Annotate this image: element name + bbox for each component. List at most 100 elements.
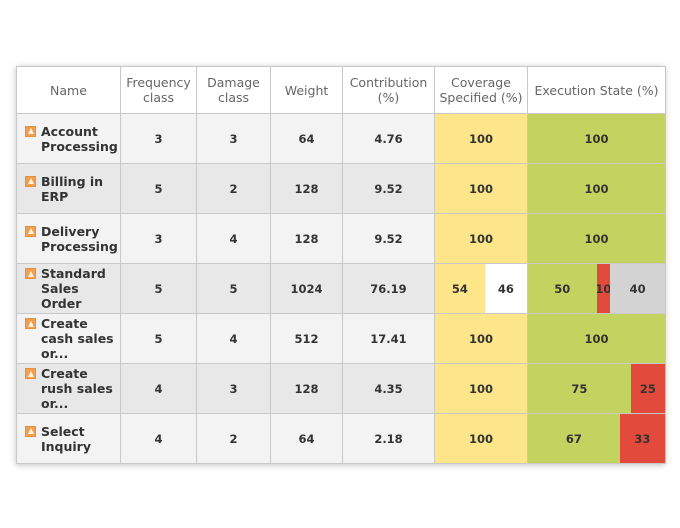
frequency-class-cell: 4	[120, 363, 197, 414]
warning-icon	[25, 425, 36, 437]
execution-segment-executed-ok: 100	[528, 314, 665, 363]
coverage-bar: 100	[435, 164, 527, 213]
execution-state-cell: 100	[527, 213, 666, 264]
frequency-class-cell: 5	[120, 163, 197, 214]
coverage-specified-cell: 100	[434, 213, 528, 264]
contribution-cell: 17.41	[342, 313, 435, 364]
requirement-name[interactable]: Create rush sales or...	[41, 366, 120, 411]
execution-segment-executed-ok: 67	[528, 414, 620, 463]
frequency-class-cell: 5	[120, 263, 197, 314]
requirement-name[interactable]: Delivery Processing	[41, 224, 120, 254]
coverage-segment-coverage-unspecified: 46	[484, 264, 527, 313]
header-row: Name Frequency class Damage class Weight…	[16, 66, 666, 114]
warning-icon	[25, 175, 36, 187]
requirement-name[interactable]: Billing in ERP	[41, 174, 120, 204]
damage-class-cell: 4	[196, 213, 271, 264]
header-frequency-class[interactable]: Frequency class	[120, 66, 197, 114]
table-row[interactable]: Delivery Processing 3 4 128 9.52 100 100	[16, 213, 666, 264]
contribution-cell: 9.52	[342, 213, 435, 264]
name-cell-content: Standard Sales Order	[25, 266, 120, 311]
execution-state-cell: 50 10 40	[527, 263, 666, 314]
execution-bar: 50 10 40	[528, 264, 665, 313]
damage-class-cell: 4	[196, 313, 271, 364]
table-row[interactable]: Create cash sales or... 5 4 512 17.41 10…	[16, 313, 666, 364]
coverage-bar: 100	[435, 364, 527, 413]
execution-bar: 67 33	[528, 414, 665, 463]
execution-state-cell: 67 33	[527, 413, 666, 464]
coverage-specified-cell: 100	[434, 363, 528, 414]
execution-bar: 100	[528, 314, 665, 363]
name-cell-content: Delivery Processing	[25, 224, 120, 254]
execution-segment-executed-ok: 100	[528, 164, 665, 213]
frequency-class-cell: 4	[120, 413, 197, 464]
name-cell-content: Select Inquiry	[25, 424, 120, 454]
frequency-class-cell: 3	[120, 113, 197, 164]
execution-bar: 75 25	[528, 364, 665, 413]
header-coverage-specified[interactable]: Coverage Specified (%)	[434, 66, 528, 114]
coverage-specified-cell: 100	[434, 113, 528, 164]
execution-state-cell: 75 25	[527, 363, 666, 414]
name-cell[interactable]: Account Processing	[16, 113, 121, 164]
coverage-segment-coverage-specified: 100	[435, 364, 527, 413]
name-cell[interactable]: Standard Sales Order	[16, 263, 121, 314]
risk-coverage-table: Name Frequency class Damage class Weight…	[16, 66, 666, 464]
requirement-name[interactable]: Standard Sales Order	[41, 266, 120, 311]
header-execution-state[interactable]: Execution State (%)	[527, 66, 666, 114]
coverage-segment-coverage-specified: 100	[435, 114, 527, 163]
table-row[interactable]: Create rush sales or... 4 3 128 4.35 100…	[16, 363, 666, 414]
execution-segment-executed-failed: 10	[596, 264, 611, 313]
execution-segment-executed-ok: 100	[528, 214, 665, 263]
table-row[interactable]: Billing in ERP 5 2 128 9.52 100 100	[16, 163, 666, 214]
frequency-class-cell: 5	[120, 313, 197, 364]
execution-bar: 100	[528, 164, 665, 213]
name-cell-content: Account Processing	[25, 124, 120, 154]
execution-state-cell: 100	[527, 163, 666, 214]
damage-class-cell: 2	[196, 413, 271, 464]
damage-class-cell: 5	[196, 263, 271, 314]
execution-segment-executed-ok: 100	[528, 114, 665, 163]
requirement-name[interactable]: Account Processing	[41, 124, 120, 154]
name-cell[interactable]: Billing in ERP	[16, 163, 121, 214]
weight-cell: 1024	[270, 263, 343, 314]
coverage-segment-coverage-specified: 100	[435, 414, 527, 463]
name-cell-content: Create cash sales or...	[25, 316, 120, 361]
coverage-segment-coverage-specified: 100	[435, 214, 527, 263]
requirement-name[interactable]: Create cash sales or...	[41, 316, 120, 361]
name-cell-content: Billing in ERP	[25, 174, 120, 204]
coverage-bar: 100	[435, 414, 527, 463]
name-cell[interactable]: Create cash sales or...	[16, 313, 121, 364]
weight-cell: 64	[270, 413, 343, 464]
execution-bar: 100	[528, 214, 665, 263]
execution-state-cell: 100	[527, 113, 666, 164]
requirement-name[interactable]: Select Inquiry	[41, 424, 120, 454]
coverage-specified-cell: 100	[434, 313, 528, 364]
header-weight[interactable]: Weight	[270, 66, 343, 114]
name-cell-content: Create rush sales or...	[25, 366, 120, 411]
coverage-segment-coverage-specified: 100	[435, 314, 527, 363]
damage-class-cell: 3	[196, 363, 271, 414]
name-cell[interactable]: Select Inquiry	[16, 413, 121, 464]
coverage-bar: 54 46	[435, 264, 527, 313]
header-contribution[interactable]: Contribution (%)	[342, 66, 435, 114]
weight-cell: 128	[270, 163, 343, 214]
damage-class-cell: 2	[196, 163, 271, 214]
execution-segment-executed-failed: 33	[619, 414, 665, 463]
contribution-cell: 4.35	[342, 363, 435, 414]
warning-icon	[25, 125, 36, 137]
execution-segment-executed-failed: 25	[630, 364, 665, 413]
coverage-segment-coverage-specified: 100	[435, 164, 527, 213]
table-row[interactable]: Select Inquiry 4 2 64 2.18 100 67 33	[16, 413, 666, 464]
name-cell[interactable]: Delivery Processing	[16, 213, 121, 264]
warning-icon	[25, 225, 36, 237]
warning-icon	[25, 318, 36, 329]
weight-cell: 128	[270, 213, 343, 264]
table-row[interactable]: Account Processing 3 3 64 4.76 100 100	[16, 113, 666, 164]
header-damage-class[interactable]: Damage class	[196, 66, 271, 114]
execution-bar: 100	[528, 114, 665, 163]
frequency-class-cell: 3	[120, 213, 197, 264]
table-row[interactable]: Standard Sales Order 5 5 1024 76.19 54 46…	[16, 263, 666, 314]
contribution-cell: 76.19	[342, 263, 435, 314]
header-name[interactable]: Name	[16, 66, 121, 114]
name-cell[interactable]: Create rush sales or...	[16, 363, 121, 414]
warning-icon	[25, 268, 36, 279]
